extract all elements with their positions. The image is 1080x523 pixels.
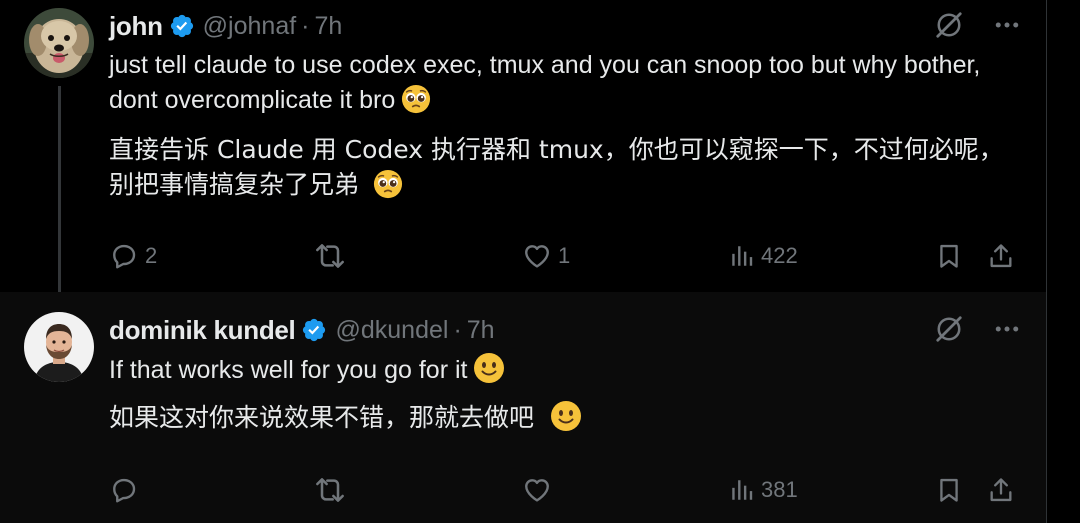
tweet[interactable]: john @johnaf · 7h just tell claude to us… [0, 0, 1046, 308]
tweet-text: If that works well for you go for it [109, 352, 1009, 388]
reply-icon [109, 241, 139, 271]
heart-icon [522, 241, 552, 271]
heart-icon [522, 475, 552, 505]
author-handle[interactable]: @dkundel [335, 316, 448, 345]
slightly-smiling-face-emoji-icon [473, 352, 505, 384]
retweet-icon [314, 474, 346, 506]
views-button[interactable]: 381 [729, 472, 798, 508]
more-options-icon[interactable] [992, 10, 1022, 40]
tweet-text-english: If that works well for you go for it [109, 356, 468, 384]
share-button[interactable] [987, 238, 1015, 274]
author-handle[interactable]: @johnaf [203, 12, 297, 41]
bar-chart-icon [729, 243, 755, 269]
views-button[interactable]: 422 [729, 238, 798, 274]
grok-icon[interactable] [934, 10, 964, 40]
retweet-button[interactable] [314, 238, 352, 274]
tweet-timestamp[interactable]: 7h [315, 12, 343, 41]
share-icon [987, 476, 1015, 504]
person-avatar[interactable] [24, 312, 94, 382]
dog-avatar[interactable] [24, 8, 94, 78]
bookmark-icon [935, 242, 963, 270]
like-button[interactable]: 1 [522, 238, 570, 274]
like-count: 1 [558, 243, 571, 268]
retweet-icon [314, 240, 346, 272]
bar-chart-icon [729, 477, 755, 503]
tweet-translation: 直接告诉 Claude 用 Codex 执行器和 tmux，你也可以窥探一下，不… [109, 132, 1009, 202]
verified-badge-icon[interactable] [301, 317, 327, 343]
tweet-action-bar: 2 1 422 [109, 238, 1021, 274]
view-count: 422 [761, 243, 798, 268]
tweet-thread: john @johnaf · 7h just tell claude to us… [0, 0, 1046, 523]
author-name[interactable]: dominik kundel [109, 315, 296, 346]
tweet-translation: 如果这对你来说效果不错，那就去做吧 [109, 400, 1009, 435]
tweet-text-chinese: 如果这对你来说效果不错，那就去做吧 [109, 403, 535, 432]
reply-button[interactable] [109, 472, 145, 508]
tweet-text-chinese: 直接告诉 Claude 用 Codex 执行器和 tmux，你也可以窥探一下，不… [109, 135, 1004, 199]
bookmark-button[interactable] [935, 238, 963, 274]
tweet-text: just tell claude to use codex exec, tmux… [109, 48, 1009, 118]
bookmark-button[interactable] [935, 472, 963, 508]
author-name[interactable]: john [109, 11, 163, 42]
slightly-smiling-face-emoji-icon [550, 400, 582, 432]
reply-icon [109, 475, 139, 505]
reply-count: 2 [145, 243, 158, 268]
reply-button[interactable]: 2 [109, 238, 157, 274]
tweet[interactable]: dominik kundel @dkundel · 7h If that wor… [0, 292, 1046, 523]
grok-icon[interactable] [934, 314, 964, 344]
right-sidebar [1047, 0, 1080, 523]
share-icon [987, 242, 1015, 270]
dog-avatar-image [24, 8, 94, 78]
tweet-timestamp[interactable]: 7h [467, 316, 495, 345]
like-button[interactable] [522, 472, 558, 508]
bookmark-icon [935, 476, 963, 504]
tweet-top-actions [934, 10, 1022, 40]
pleading-face-emoji-icon [373, 169, 403, 199]
retweet-button[interactable] [314, 472, 352, 508]
tweet-text-english: just tell claude to use codex exec, tmux… [109, 51, 981, 114]
tweet-header: john @johnaf · 7h [109, 8, 342, 44]
person-avatar-image [24, 312, 94, 382]
thread-connector-line [58, 86, 61, 308]
separator-dot: · [453, 315, 462, 344]
pleading-face-emoji-icon [401, 84, 431, 114]
share-button[interactable] [987, 472, 1015, 508]
view-count: 381 [761, 477, 798, 502]
more-options-icon[interactable] [992, 314, 1022, 344]
separator-dot: · [301, 11, 310, 40]
tweet-header: dominik kundel @dkundel · 7h [109, 312, 495, 348]
tweet-action-bar: 381 [109, 472, 1021, 508]
verified-badge-icon[interactable] [169, 13, 195, 39]
tweet-top-actions [934, 314, 1022, 344]
